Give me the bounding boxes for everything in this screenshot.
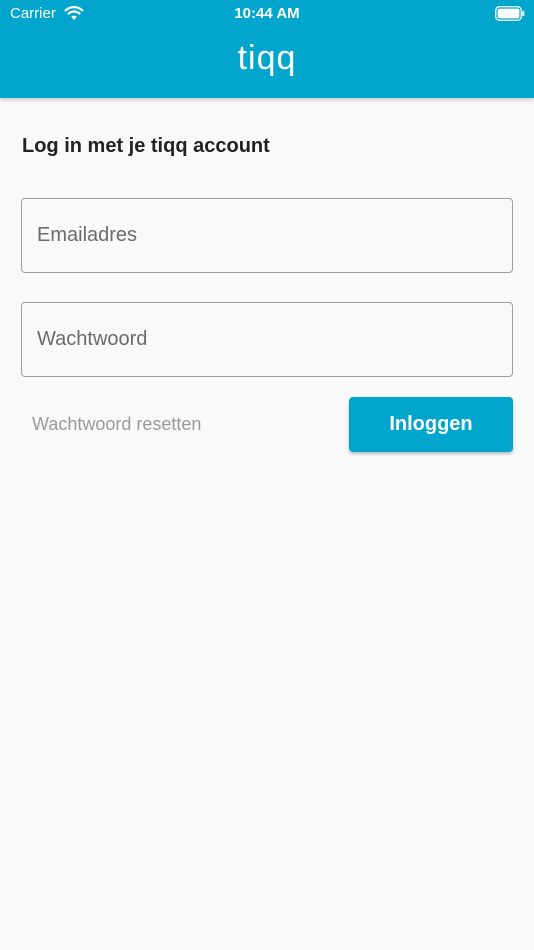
app-header: Carrier 10:44 AM tiqq [0, 0, 534, 98]
status-time: 10:44 AM [234, 5, 300, 22]
reset-password-link[interactable]: Wachtwoord resetten [32, 414, 201, 435]
app-logo: tiqq [237, 39, 297, 77]
email-field[interactable] [21, 198, 513, 273]
battery-icon [495, 6, 525, 21]
password-field[interactable] [21, 302, 513, 377]
login-button[interactable]: Inloggen [349, 397, 513, 452]
status-bar: Carrier 10:44 AM [0, 0, 534, 28]
login-title: Log in met je tiqq account [22, 135, 270, 157]
